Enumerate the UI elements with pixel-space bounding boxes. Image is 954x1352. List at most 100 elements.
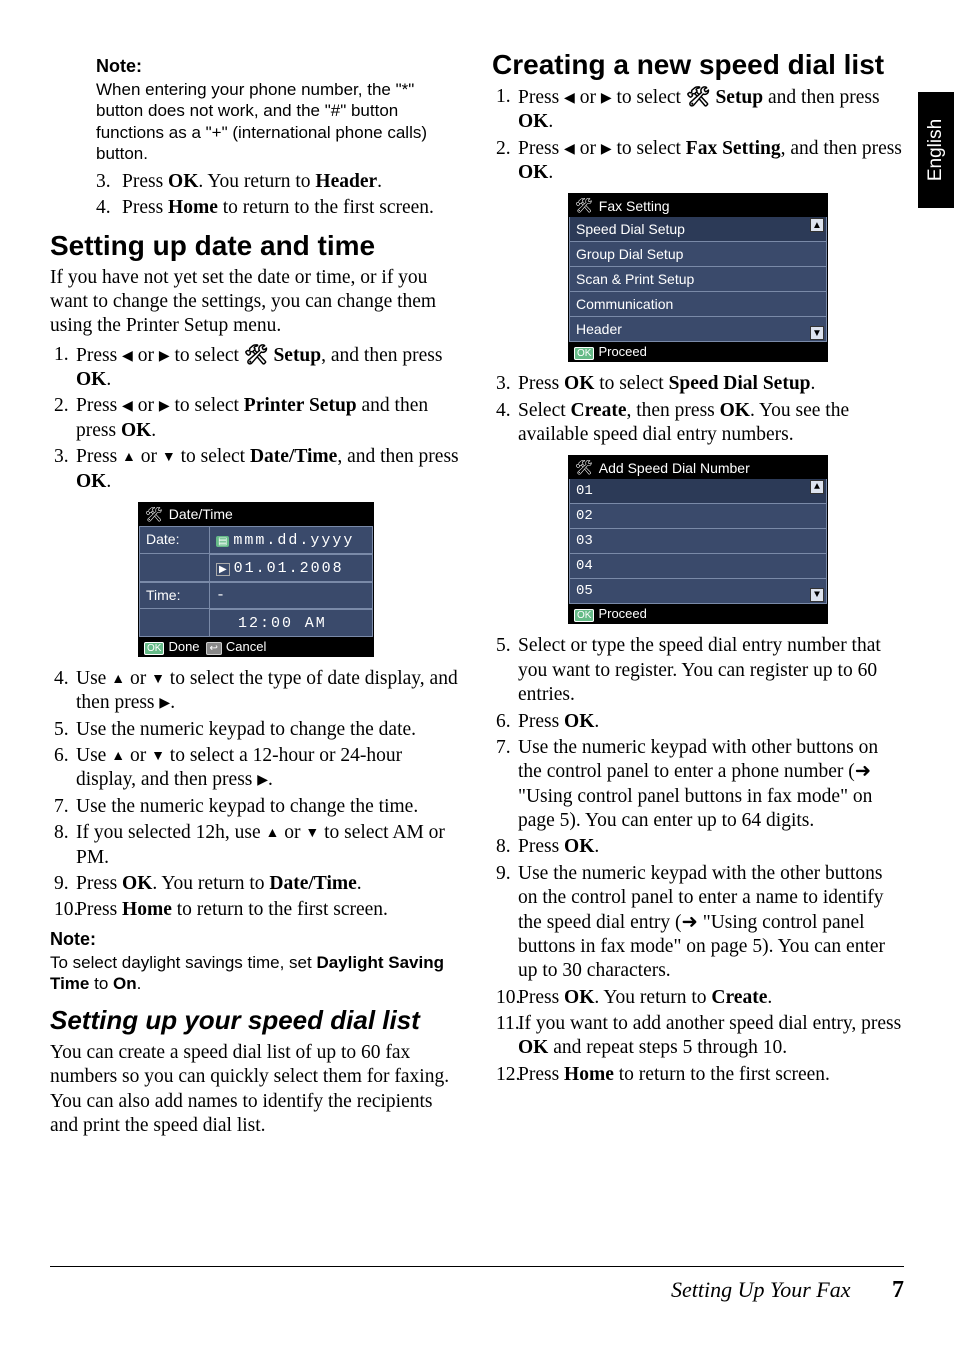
pointer-icon: ➜ [682,912,698,933]
note1-body: When entering your phone number, the "*"… [96,79,462,164]
lcd-item-01: 01▲ [569,479,827,504]
lcd-date-format: ▤ mmm.dd.yyyy [209,526,373,554]
dstep-1: 1.Press ◀ or ▶ to select 🛠 Setup, and th… [50,343,462,393]
para-speed-intro: You can create a speed dial list of up t… [50,1041,462,1139]
down-arrow-icon: ▼ [162,449,176,467]
dstep-4: 4.Use ▲ or ▼ to select the type of date … [50,667,462,716]
lcd-item-group-dial: Group Dial Setup [569,242,827,267]
lcd-item-header: Header▼ [569,317,827,342]
dstep-6: 6.Use ▲ or ▼ to select a 12-hour or 24-h… [50,744,462,793]
cstep-5: 5.Select or type the speed dial entry nu… [492,634,904,707]
down-arrow-icon: ▼ [151,671,165,689]
setup-icon: 🛠 [575,197,593,214]
down-arrow-icon: ▼ [305,825,319,843]
right-column: Creating a new speed dial list 1.Press ◀… [492,50,904,1142]
dstep-3: 3.Press ▲ or ▼ to select Date/Time, and … [50,445,462,494]
note2-body: To select daylight savings time, set Day… [50,952,462,995]
left-arrow-icon: ◀ [122,348,133,366]
left-arrow-icon: ◀ [564,141,575,159]
up-arrow-icon: ▲ [111,671,125,689]
lcd-time-blank: - [209,582,373,609]
step-4: 4.Press Home to return to the first scre… [96,196,462,220]
date-steps: 1.Press ◀ or ▶ to select 🛠 Setup, and th… [50,343,462,494]
pointer-icon: ➜ [855,761,871,782]
cstep-11: 11.If you want to add another speed dial… [492,1012,904,1061]
lcd-item-communication: Communication [569,292,827,317]
lcd-date-value: ▶ 01.01.2008 [209,554,373,582]
dstep-8: 8.If you selected 12h, use ▲ or ▼ to sel… [50,821,462,870]
cstep-2: 2.Press ◀ or ▶ to select Fax Setting, an… [492,137,904,186]
lcd-title: Date/Time [169,506,233,522]
lcd-time-value: 12:00 AM [209,609,373,637]
page-content: Note: When entering your phone number, t… [0,0,954,1142]
cstep-8: 8.Press OK. [492,835,904,859]
dstep-10: 10.Press Home to return to the first scr… [50,898,462,922]
step-3: 3.Press OK. You return to Header. [96,170,462,194]
left-arrow-icon: ◀ [122,398,133,416]
lcd-footer: OKProceed [569,604,827,623]
lcd-fax-setting: 🛠 Fax Setting Speed Dial Setup▲ Group Dia… [568,193,828,362]
up-arrow-icon: ▲ [111,748,125,766]
scroll-down-icon: ▼ [810,588,824,602]
note2-title: Note: [50,929,462,950]
lcd-item-05: 05▼ [569,579,827,604]
lcd-item-04: 04 [569,554,827,579]
right-arrow-icon: ▶ [601,90,612,108]
up-arrow-icon: ▲ [122,449,136,467]
heading-date-time: Setting up date and time [50,231,462,262]
lcd-item-02: 02 [569,504,827,529]
create-steps-1: 1.Press ◀ or ▶ to select 🛠 Setup and the… [492,85,904,186]
cstep-10: 10.Press OK. You return to Create. [492,986,904,1010]
lcd-footer: OKProceed [569,342,827,361]
down-arrow-icon: ▼ [151,748,165,766]
create-steps-3: 5.Select or type the speed dial entry nu… [492,634,904,1087]
footer-title: Setting Up Your Fax [671,1277,850,1302]
lcd-datetime: 🛠 Date/Time Date: ▤ mmm.dd.yyyy ▶ 01.01.2… [138,502,374,657]
lcd-title: Fax Setting [599,198,670,214]
para-date-intro: If you have not yet set the date or time… [50,266,462,339]
dstep-5: 5.Use the numeric keypad to change the d… [50,718,462,742]
dstep-9: 9.Press OK. You return to Date/Time. [50,872,462,896]
setup-icon: 🛠 [575,459,593,476]
right-arrow-icon: ▶ [601,141,612,159]
cstep-9: 9.Use the numeric keypad with the other … [492,862,904,984]
cstep-1: 1.Press ◀ or ▶ to select 🛠 Setup and the… [492,85,904,135]
heading-speed-dial: Setting up your speed dial list [50,1006,462,1035]
lcd-item-03: 03 [569,529,827,554]
cstep-4: 4.Select Create, then press OK. You see … [492,399,904,448]
cstep-12: 12.Press Home to return to the first scr… [492,1063,904,1087]
left-arrow-icon: ◀ [564,90,575,108]
right-arrow-icon: ▶ [159,398,170,416]
dstep-2: 2.Press ◀ or ▶ to select Printer Setup a… [50,394,462,443]
up-arrow-icon: ▲ [266,825,280,843]
note1-title: Note: [96,56,462,77]
right-arrow-icon: ▶ [159,695,170,713]
lcd-time-label: Time: [139,582,209,609]
heading-create-list: Creating a new speed dial list [492,50,904,81]
right-arrow-icon: ▶ [257,772,268,790]
dstep-7: 7.Use the numeric keypad to change the t… [50,795,462,819]
scroll-down-icon: ▼ [810,326,824,340]
language-tab: English [918,92,954,208]
setup-icon: 🛠 [145,506,163,523]
lcd-date-label: Date: [139,526,209,554]
left-column: Note: When entering your phone number, t… [50,50,462,1142]
setup-icon: 🛠 [244,343,269,367]
lcd-item-speed-dial: Speed Dial Setup▲ [569,217,827,242]
lcd-item-scan-print: Scan & Print Setup [569,267,827,292]
page-footer: Setting Up Your Fax 7 [50,1266,904,1304]
header-steps-cont: 3.Press OK. You return to Header. 4.Pres… [96,170,462,221]
lcd-footer: OKDone↩Cancel [139,637,373,656]
cstep-3: 3.Press OK to select Speed Dial Setup. [492,372,904,396]
date-steps-2: 4.Use ▲ or ▼ to select the type of date … [50,667,462,923]
cstep-6: 6.Press OK. [492,710,904,734]
cstep-7: 7.Use the numeric keypad with other butt… [492,736,904,834]
language-tab-text: English [925,119,947,181]
setup-icon: 🛠 [686,85,711,109]
scroll-up-icon: ▲ [810,218,824,232]
right-arrow-icon: ▶ [159,348,170,366]
lcd-title: Add Speed Dial Number [599,460,750,476]
create-steps-2: 3.Press OK to select Speed Dial Setup. 4… [492,372,904,447]
lcd-add-speed-dial: 🛠Add Speed Dial Number 01▲ 02 03 04 05▼ … [568,455,828,624]
footer-page-number: 7 [892,1277,904,1303]
